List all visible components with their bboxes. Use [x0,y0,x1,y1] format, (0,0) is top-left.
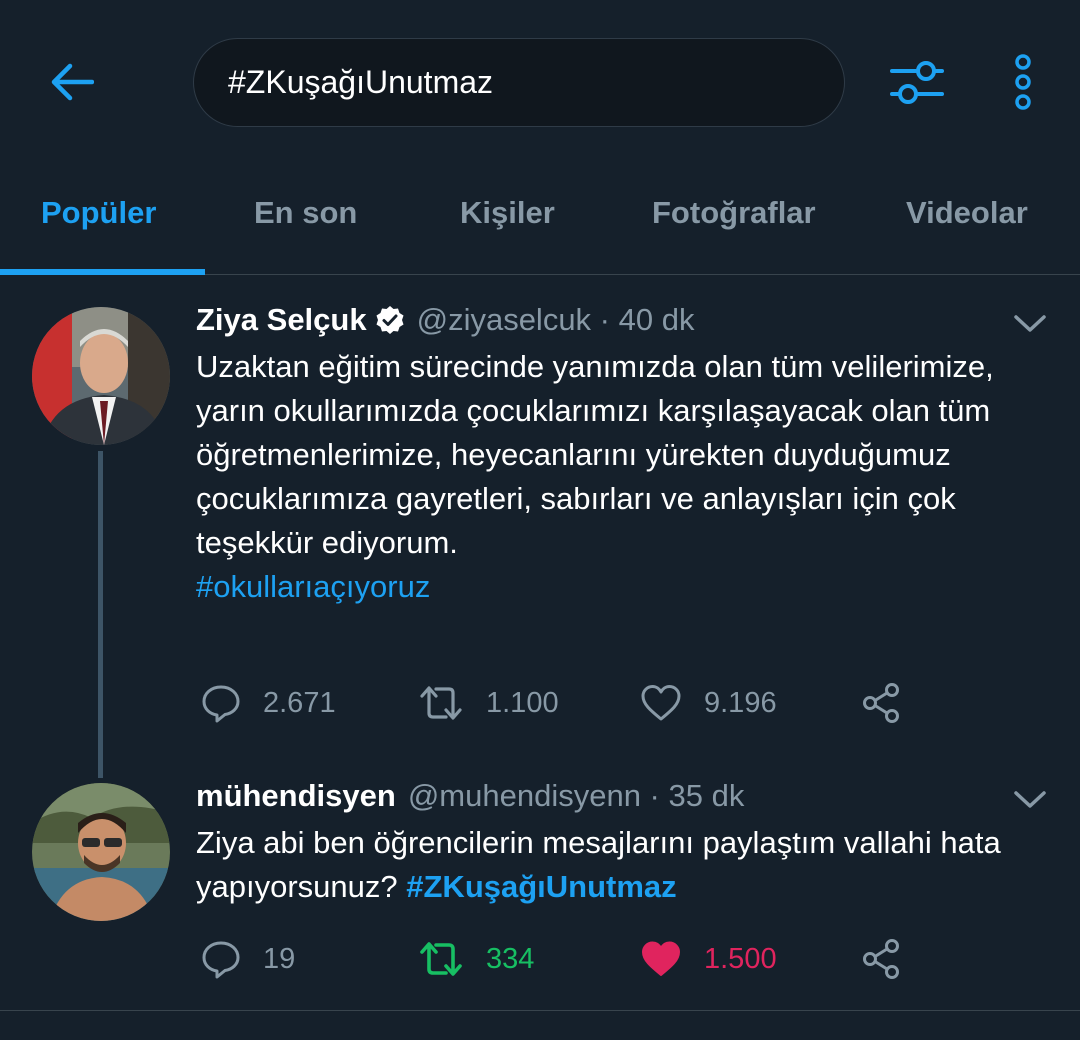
share-button[interactable] [860,678,902,728]
tweet-actions: 2.671 1.100 9.196 [196,678,956,728]
heart-icon [641,685,681,721]
hashtag-link[interactable]: #okullarıaçıyoruz [196,569,430,604]
tab-videos[interactable]: Videolar [906,195,1028,231]
reply-count: 19 [263,942,296,975]
reply-button[interactable]: 19 [201,934,295,984]
active-tab-indicator [0,269,205,275]
search-tabs: Popüler En son Kişiler Fotoğraflar Video… [0,165,1080,275]
chevron-down-icon[interactable] [1010,308,1050,338]
author-handle-time: @ziyaselcuk · 40 dk [416,302,695,337]
retweet-icon [420,686,462,720]
tab-popular[interactable]: Popüler [41,195,156,231]
search-filter-button[interactable] [884,50,950,114]
tab-photos[interactable]: Fotoğraflar [652,195,816,231]
tweet-text: Uzaktan eğitim sürecinde yanımızda olan … [196,345,1036,609]
tab-latest[interactable]: En son [254,195,357,231]
tweet-header: Ziya Selçuk @ziyaselcuk · 40 dk [196,302,694,338]
chevron-down-icon[interactable] [1010,784,1050,814]
sliders-icon [890,61,944,104]
retweet-icon [420,942,462,976]
retweet-button[interactable]: 1.100 [418,678,559,728]
tweet-text: Ziya abi ben öğrencilerin mesajlarını pa… [196,821,1036,909]
tweet-actions: 19 334 1.500 [196,934,956,984]
verified-badge-icon [376,306,404,334]
back-button[interactable] [40,52,104,112]
tweet-header: mühendisyen @muhendisyenn · 35 dk [196,778,744,814]
more-options-button[interactable] [1000,50,1046,114]
like-button[interactable]: 1.500 [640,934,777,984]
reply-button[interactable]: 2.671 [201,678,336,728]
reply-count: 2.671 [263,686,336,719]
avatar[interactable] [32,783,170,921]
like-count: 9.196 [704,686,777,719]
thread-line [98,451,103,778]
hashtag-link[interactable]: #ZKuşağıUnutmaz [406,869,676,904]
top-bar [0,0,1080,165]
author-handle-time: @muhendisyenn · 35 dk [407,778,745,813]
search-bar[interactable] [193,38,845,127]
retweet-count: 1.100 [486,686,559,719]
retweet-button[interactable]: 334 [418,934,534,984]
search-input[interactable] [228,64,788,101]
reply-icon [202,685,240,723]
divider [0,1010,1080,1011]
like-count: 1.500 [704,942,777,975]
avatar[interactable] [32,307,170,445]
like-button[interactable]: 9.196 [640,678,777,728]
retweet-count: 334 [486,942,535,975]
share-icon [863,939,899,979]
avatar-image [32,307,170,445]
author-name[interactable]: Ziya Selçuk [196,302,367,338]
share-button[interactable] [860,934,902,984]
arrow-left-icon [51,63,94,101]
avatar-image [32,783,170,921]
tweet-body-text: Uzaktan eğitim sürecinde yanımızda olan … [196,349,994,560]
heart-filled-icon [642,941,680,976]
author-name[interactable]: mühendisyen [196,778,396,814]
tab-people[interactable]: Kişiler [460,195,555,231]
reply-icon [202,941,240,979]
more-vertical-icon [1015,54,1031,110]
share-icon [863,683,899,723]
